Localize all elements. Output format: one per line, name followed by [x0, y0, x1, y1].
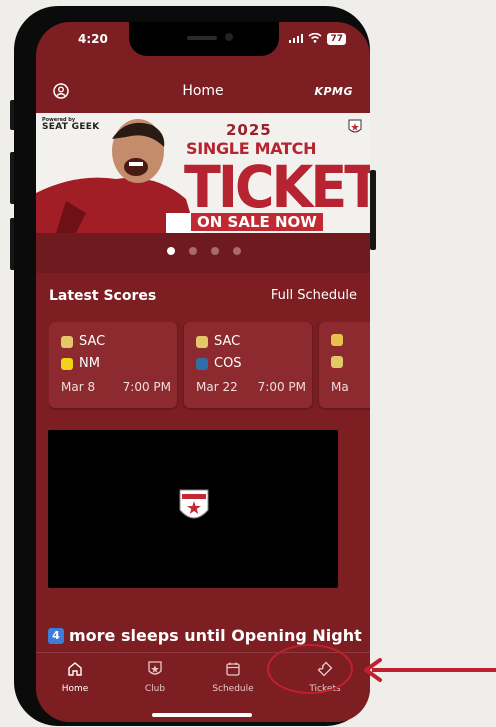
- promo-headline: 4 more sleeps until Opening Night: [48, 626, 362, 645]
- signal-icon: [289, 32, 304, 46]
- sac-crest-icon: [196, 335, 208, 348]
- carousel-dot-2[interactable]: [189, 247, 197, 255]
- carousel-dot-1[interactable]: [167, 247, 175, 255]
- match-datetime: Mar 8 7:00 PM: [61, 380, 171, 394]
- video-player[interactable]: [48, 430, 338, 588]
- cos-crest-icon: [196, 357, 208, 370]
- full-schedule-link[interactable]: Full Schedule: [271, 288, 357, 303]
- away-team-row: [331, 356, 343, 368]
- nm-crest-icon: [61, 357, 73, 370]
- team-crest-icon: [331, 334, 343, 346]
- sponsor-logo: KPMG: [314, 85, 353, 98]
- away-team-row: NM: [61, 356, 100, 371]
- banner-tickets: TICKETS: [184, 153, 370, 222]
- match-datetime: Mar 22 7:00 PM: [196, 380, 306, 394]
- banner-year: 2025: [226, 121, 272, 139]
- carousel-dot-4[interactable]: [233, 247, 241, 255]
- away-team-row: COS: [196, 356, 242, 371]
- status-time: 4:20: [78, 32, 108, 46]
- carousel-dot-3[interactable]: [211, 247, 219, 255]
- wifi-icon: [308, 32, 322, 46]
- number-badge: 4: [48, 628, 64, 644]
- republic-fc-crest-icon: [178, 486, 210, 530]
- club-crest-icon: [348, 119, 362, 139]
- scores-carousel[interactable]: SAC NM Mar 8 7:00 PM SAC COS Mar 22 7:00…: [49, 322, 370, 410]
- tickets-highlight-circle: [267, 644, 353, 694]
- calendar-icon: [198, 661, 268, 679]
- club-crest-icon: [120, 661, 190, 679]
- banner-cta: ON SALE NOW: [191, 213, 323, 231]
- home-icon: [40, 661, 110, 679]
- seatgeek-logo: Powered by SEAT GEEK: [42, 117, 100, 132]
- score-card[interactable]: SAC COS Mar 22 7:00 PM: [184, 322, 312, 408]
- carousel-dots[interactable]: [167, 247, 241, 255]
- home-team-row: [331, 334, 343, 346]
- match-datetime: Ma: [331, 380, 349, 394]
- home-team-row: SAC: [61, 334, 105, 349]
- tab-club[interactable]: Club: [120, 661, 190, 694]
- scores-header: Latest Scores Full Schedule: [49, 288, 357, 308]
- latest-scores-title: Latest Scores: [49, 288, 157, 304]
- tab-home[interactable]: Home: [40, 661, 110, 694]
- sac-crest-icon: [331, 356, 343, 368]
- home-team-row: SAC: [196, 334, 240, 349]
- tab-schedule[interactable]: Schedule: [198, 661, 268, 694]
- status-right: 77: [289, 32, 346, 46]
- sac-crest-icon: [61, 335, 73, 348]
- phone-frame: 4:20 77 Home KPMG Powered by SEAT GEEK 2…: [14, 6, 370, 726]
- side-button-right: [370, 170, 376, 250]
- score-card[interactable]: Ma: [319, 322, 370, 408]
- top-bar: Home KPMG: [36, 80, 370, 106]
- app-screen: 4:20 77 Home KPMG Powered by SEAT GEEK 2…: [36, 22, 370, 722]
- notch: [129, 22, 279, 56]
- home-indicator: [152, 713, 252, 717]
- battery-indicator: 77: [327, 33, 346, 45]
- pointer-arrow-icon: [364, 658, 496, 682]
- promo-banner[interactable]: Powered by SEAT GEEK 2025 SINGLE MATCH T…: [36, 113, 370, 233]
- score-card[interactable]: SAC NM Mar 8 7:00 PM: [49, 322, 177, 408]
